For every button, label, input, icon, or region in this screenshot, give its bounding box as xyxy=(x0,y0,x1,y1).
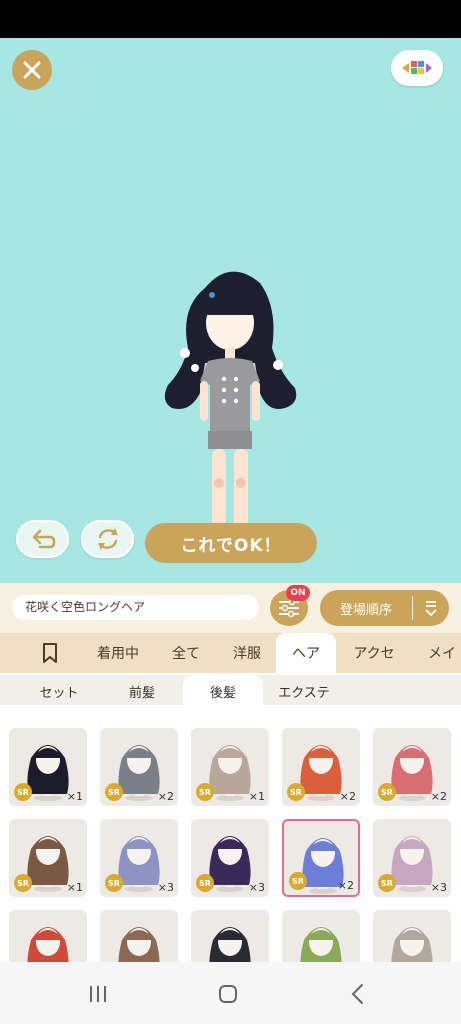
rarity-badge: SR xyxy=(196,874,214,892)
close-icon xyxy=(23,61,41,79)
sort-descending-icon xyxy=(425,601,437,617)
rarity-badge: SR xyxy=(14,783,32,801)
hair-thumbnail xyxy=(27,927,69,962)
hair-item-card[interactable]: SR ×2 xyxy=(282,819,360,897)
rarity-badge: SR xyxy=(196,783,214,801)
rotate-button[interactable] xyxy=(81,520,134,558)
item-quantity: ×3 xyxy=(157,881,174,894)
item-quantity: ×1 xyxy=(248,790,265,803)
hair-item-card[interactable]: SR ×3 xyxy=(100,819,178,897)
sort-divider xyxy=(412,596,413,620)
hair-item-card[interactable]: SR ×1 xyxy=(191,728,269,806)
avatar-stage: これでOK！ xyxy=(0,38,461,583)
avatar-figure[interactable] xyxy=(150,253,310,553)
back-icon xyxy=(351,984,363,1004)
subtab-front-hair[interactable]: 前髪 xyxy=(103,675,181,707)
item-quantity: ×3 xyxy=(430,881,447,894)
home-button[interactable] xyxy=(208,980,248,1008)
color-palette-button[interactable] xyxy=(391,50,443,86)
close-button[interactable] xyxy=(12,50,52,90)
hair-thumbnail xyxy=(300,927,342,962)
rarity-badge: SR xyxy=(378,874,396,892)
recent-apps-icon xyxy=(90,986,106,1002)
rarity-badge: SR xyxy=(378,783,396,801)
tab-makeup[interactable]: メイ xyxy=(412,633,461,673)
item-quantity: ×3 xyxy=(248,881,265,894)
undo-icon xyxy=(32,529,55,549)
tab-hair[interactable]: ヘア xyxy=(276,633,336,673)
item-quantity: ×2 xyxy=(339,790,356,803)
selected-item-name: 花咲く空色ロングヘア xyxy=(12,595,259,620)
status-bar xyxy=(0,0,461,38)
hair-thumbnail xyxy=(391,927,433,962)
bookmark-icon xyxy=(43,643,57,663)
hair-item-card[interactable] xyxy=(191,910,269,962)
rarity-badge: SR xyxy=(14,874,32,892)
rotate-icon xyxy=(97,528,118,550)
confirm-ok-button[interactable]: これでOK！ xyxy=(145,523,317,563)
tab-clothes[interactable]: 洋服 xyxy=(220,633,274,673)
hair-item-card[interactable]: SR ×3 xyxy=(191,819,269,897)
item-quantity: ×1 xyxy=(66,881,83,894)
hair-item-card[interactable] xyxy=(9,910,87,962)
tab-wearing[interactable]: 着用中 xyxy=(84,633,152,673)
hair-subtabs: セット 前髪 後髪 エクステ xyxy=(0,673,461,709)
tab-all[interactable]: 全て xyxy=(157,633,215,673)
rarity-badge: SR xyxy=(289,872,307,890)
palette-icon xyxy=(402,61,432,74)
rarity-badge: SR xyxy=(287,783,305,801)
hair-item-card[interactable] xyxy=(100,910,178,962)
tab-bookmark[interactable] xyxy=(25,633,75,673)
hair-item-card[interactable]: SR ×1 xyxy=(9,728,87,806)
hair-thumbnail xyxy=(118,927,160,962)
subtab-extensions[interactable]: エクステ xyxy=(263,675,345,707)
sort-order-button[interactable]: 登場順序 xyxy=(320,590,449,626)
hair-thumbnail xyxy=(209,927,251,962)
category-tabs: 着用中 全て 洋服 ヘア アクセ メイ xyxy=(0,633,461,673)
item-quantity: ×2 xyxy=(430,790,447,803)
tab-accessories[interactable]: アクセ xyxy=(341,633,407,673)
sort-order-label: 登場順序 xyxy=(339,602,392,618)
hair-item-card[interactable]: SR ×3 xyxy=(373,819,451,897)
item-grid: SR ×1 SR ×2 SR ×1 SR ×2 SR ×2 SR ×1 SR ×3 SR ×3 SR ×2 SR ×3 xyxy=(0,709,461,962)
hair-item-card[interactable]: SR ×1 xyxy=(9,819,87,897)
subtab-back-hair[interactable]: 後髪 xyxy=(183,675,263,707)
back-button[interactable] xyxy=(338,980,378,1008)
item-quantity: ×2 xyxy=(337,879,354,892)
subtab-set[interactable]: セット xyxy=(18,675,100,707)
hair-item-card[interactable]: SR ×2 xyxy=(100,728,178,806)
item-toolbar: 花咲く空色ロングヘア ON 登場順序 xyxy=(0,583,461,633)
filter-on-badge: ON xyxy=(286,585,310,601)
filter-sliders-icon xyxy=(279,598,299,618)
item-quantity: ×2 xyxy=(157,790,174,803)
hair-item-card[interactable]: SR ×2 xyxy=(282,728,360,806)
rarity-badge: SR xyxy=(105,874,123,892)
hair-item-card[interactable] xyxy=(282,910,360,962)
recent-apps-button[interactable] xyxy=(78,980,118,1008)
home-icon xyxy=(219,985,237,1003)
system-nav-bar xyxy=(0,962,461,1024)
hair-item-card[interactable] xyxy=(373,910,451,962)
item-quantity: ×1 xyxy=(66,790,83,803)
hair-item-card[interactable]: SR ×2 xyxy=(373,728,451,806)
undo-button[interactable] xyxy=(16,520,69,558)
rarity-badge: SR xyxy=(105,783,123,801)
sort-direction-toggle[interactable] xyxy=(413,599,449,617)
